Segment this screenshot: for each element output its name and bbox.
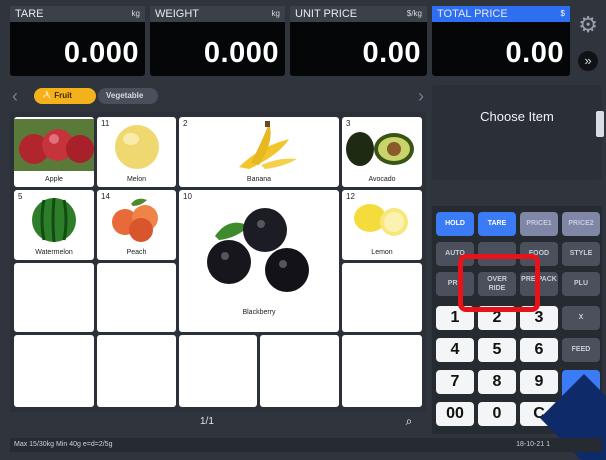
choose-item-panel: Choose Item xyxy=(432,85,604,180)
tare-value: 0.000 xyxy=(63,37,139,69)
page-indicator: 1/1 xyxy=(200,416,214,427)
key-4[interactable]: 4 xyxy=(436,338,474,362)
total-price-readout: TOTAL PRICE $ 0.00 xyxy=(432,6,570,76)
product-name: Banana xyxy=(246,176,272,183)
gear-icon[interactable]: ⚙ xyxy=(578,12,598,38)
empty-slot[interactable] xyxy=(260,335,339,407)
empty-slot[interactable] xyxy=(14,263,94,332)
highlight-annotation xyxy=(458,254,540,312)
peach-image xyxy=(112,198,158,242)
product-name: Melon xyxy=(126,176,147,183)
tab-vegetable-label: Vegetable xyxy=(106,91,144,100)
multiply-key[interactable]: X xyxy=(562,306,600,330)
unit-price-readout: UNIT PRICE $/kg 0.00 xyxy=(290,6,427,76)
product-banana[interactable]: 2 Banana xyxy=(179,117,339,187)
tare-key[interactable]: TARE xyxy=(478,212,516,236)
scale-screen: TARE kg 0.000 WEIGHT kg 0.000 UNIT PRICE $/… xyxy=(0,0,606,460)
key-5[interactable]: 5 xyxy=(478,338,516,362)
search-icon[interactable]: ⌕ xyxy=(398,412,420,430)
empty-slot[interactable] xyxy=(14,335,94,407)
style-key[interactable]: STYLE xyxy=(562,242,600,266)
key-6[interactable]: 6 xyxy=(520,338,558,362)
key-00[interactable]: 00 xyxy=(436,402,474,426)
chevron-right-icon[interactable]: › xyxy=(418,85,424,107)
tare-unit: kg xyxy=(131,9,140,18)
hold-key[interactable]: HOLD xyxy=(436,212,474,236)
watermelon-image xyxy=(32,197,76,243)
product-melon[interactable]: 11 Melon xyxy=(97,117,176,187)
product-name: Avocado xyxy=(368,176,396,183)
weight-label: WEIGHT xyxy=(155,8,199,20)
avocado-image xyxy=(346,132,414,166)
empty-slot[interactable] xyxy=(97,263,176,332)
empty-slot[interactable] xyxy=(179,335,257,407)
product-lemon[interactable]: 12 Lemon xyxy=(342,190,422,260)
melon-image xyxy=(115,125,159,169)
empty-slot[interactable] xyxy=(97,335,176,407)
plu-key[interactable]: PLU xyxy=(562,272,600,296)
date-display: 18-10-21 1 xyxy=(516,441,550,448)
lemon-image xyxy=(354,204,408,236)
key-8[interactable]: 8 xyxy=(478,370,516,394)
product-avocado[interactable]: 3 Avocado xyxy=(342,117,422,187)
key-7[interactable]: 7 xyxy=(436,370,474,394)
unit-price-unit: $/kg xyxy=(406,9,422,18)
category-tabs: ‹ 🍌 Fruit Vegetable › xyxy=(10,85,426,107)
status-bar: Max 15/30kg Min 40g e=d=2/5g 18-10-21 1 xyxy=(10,438,602,452)
product-peach[interactable]: 14 Peach xyxy=(97,190,176,260)
tare-readout: TARE kg 0.000 xyxy=(10,6,145,76)
total-price-label: TOTAL PRICE xyxy=(437,8,508,20)
product-blackberry[interactable]: 10 Blackberry xyxy=(179,190,339,332)
panel-tab-handle[interactable] xyxy=(596,111,604,137)
weight-unit: kg xyxy=(271,9,280,18)
weight-value: 0.000 xyxy=(203,37,279,69)
banana-image xyxy=(239,121,297,169)
weight-readout: WEIGHT kg 0.000 xyxy=(150,6,285,76)
tare-label: TARE xyxy=(15,8,44,20)
empty-slot[interactable] xyxy=(342,335,422,407)
apple-image xyxy=(14,119,94,171)
product-name: Peach xyxy=(126,249,147,256)
chevron-double-right-icon[interactable]: » xyxy=(578,51,598,71)
product-watermelon[interactable]: 5 Watermelon xyxy=(14,190,94,260)
product-name: Watermelon xyxy=(35,249,73,256)
capacity-info: Max 15/30kg Min 40g e=d=2/5g xyxy=(14,441,113,448)
price1-key[interactable]: PRICE1 xyxy=(520,212,558,236)
tab-vegetable[interactable]: Vegetable xyxy=(98,88,158,104)
empty-slot[interactable] xyxy=(342,263,422,332)
unit-price-value: 0.00 xyxy=(362,37,421,69)
feed-key[interactable]: FEED xyxy=(562,338,600,362)
tab-fruit-label: Fruit xyxy=(54,91,72,100)
chevron-left-icon[interactable]: ‹ xyxy=(12,85,18,107)
product-name: Apple xyxy=(45,176,63,183)
tab-fruit[interactable]: 🍌 Fruit xyxy=(34,88,96,104)
product-name: Lemon xyxy=(371,249,393,256)
blackberry-image xyxy=(207,208,309,292)
total-price-unit: $ xyxy=(560,9,565,18)
product-apple[interactable]: Apple xyxy=(14,117,94,187)
price2-key[interactable]: PRICE2 xyxy=(562,212,600,236)
unit-price-label: UNIT PRICE xyxy=(295,8,358,20)
key-0[interactable]: 0 xyxy=(478,402,516,426)
choose-item-title: Choose Item xyxy=(480,109,554,124)
product-name: Blackberry xyxy=(242,309,276,316)
total-price-value: 0.00 xyxy=(505,37,564,69)
